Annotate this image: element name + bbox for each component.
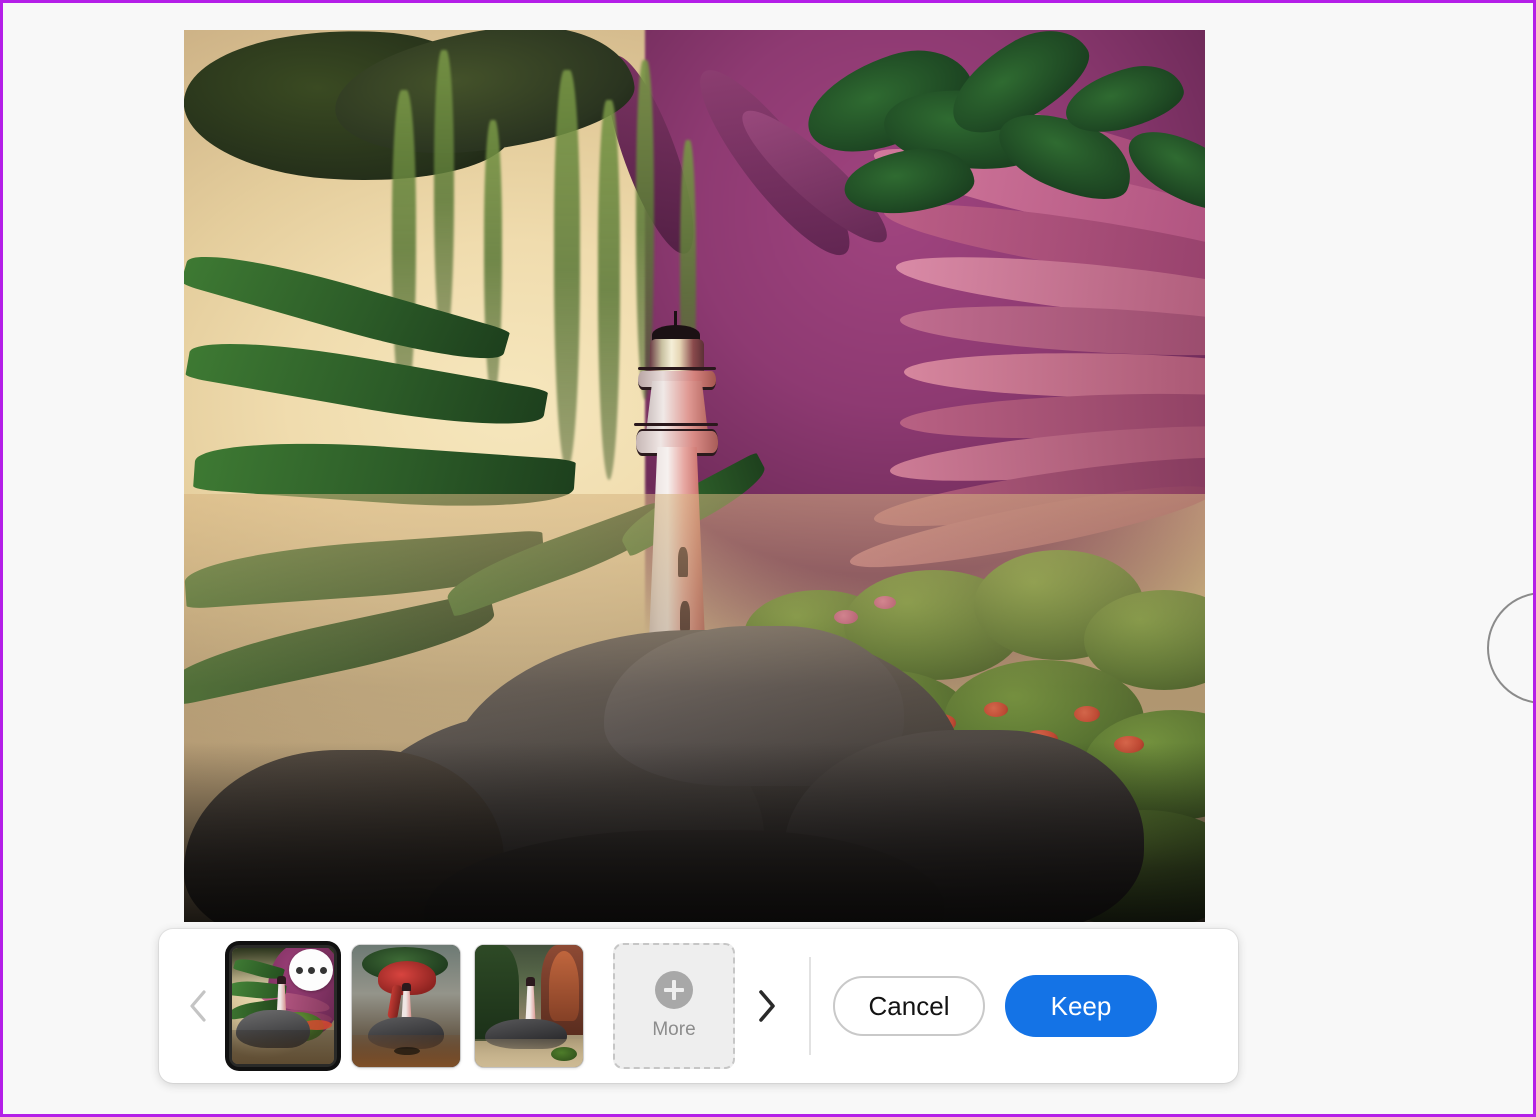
dot — [295, 966, 303, 974]
keep-button[interactable]: Keep — [1005, 975, 1157, 1037]
application-window: More Cancel Keep — [0, 0, 1536, 1117]
variation-thumbnail-1[interactable] — [229, 945, 337, 1067]
variation-thumbnail-2-image — [352, 945, 460, 1067]
dot — [307, 966, 315, 974]
more-variations-tile[interactable]: More — [613, 943, 735, 1069]
variation-thumbnail-3-image — [475, 945, 583, 1067]
variation-thumbnail-strip: More — [219, 943, 745, 1069]
variation-action-bar: More Cancel Keep — [159, 929, 1238, 1083]
toolbar-divider — [809, 957, 811, 1055]
plus-circle-icon — [655, 971, 693, 1009]
more-tile-label: More — [652, 1019, 696, 1040]
foreground-shadow — [184, 742, 1205, 922]
artwork-illustration — [184, 30, 1205, 922]
chevron-left-icon[interactable] — [177, 985, 219, 1027]
cancel-button[interactable]: Cancel — [833, 976, 985, 1036]
dot — [319, 966, 327, 974]
canvas-workspace[interactable]: More Cancel Keep — [3, 3, 1533, 1114]
variation-thumbnail-2[interactable] — [352, 945, 460, 1067]
chevron-right-icon[interactable] — [745, 985, 787, 1027]
confirmation-buttons: Cancel Keep — [833, 975, 1157, 1037]
more-options-icon[interactable] — [289, 949, 333, 991]
variation-thumbnail-3[interactable] — [475, 945, 583, 1067]
generated-image-preview[interactable] — [184, 30, 1205, 922]
selection-handle[interactable] — [1487, 592, 1533, 704]
